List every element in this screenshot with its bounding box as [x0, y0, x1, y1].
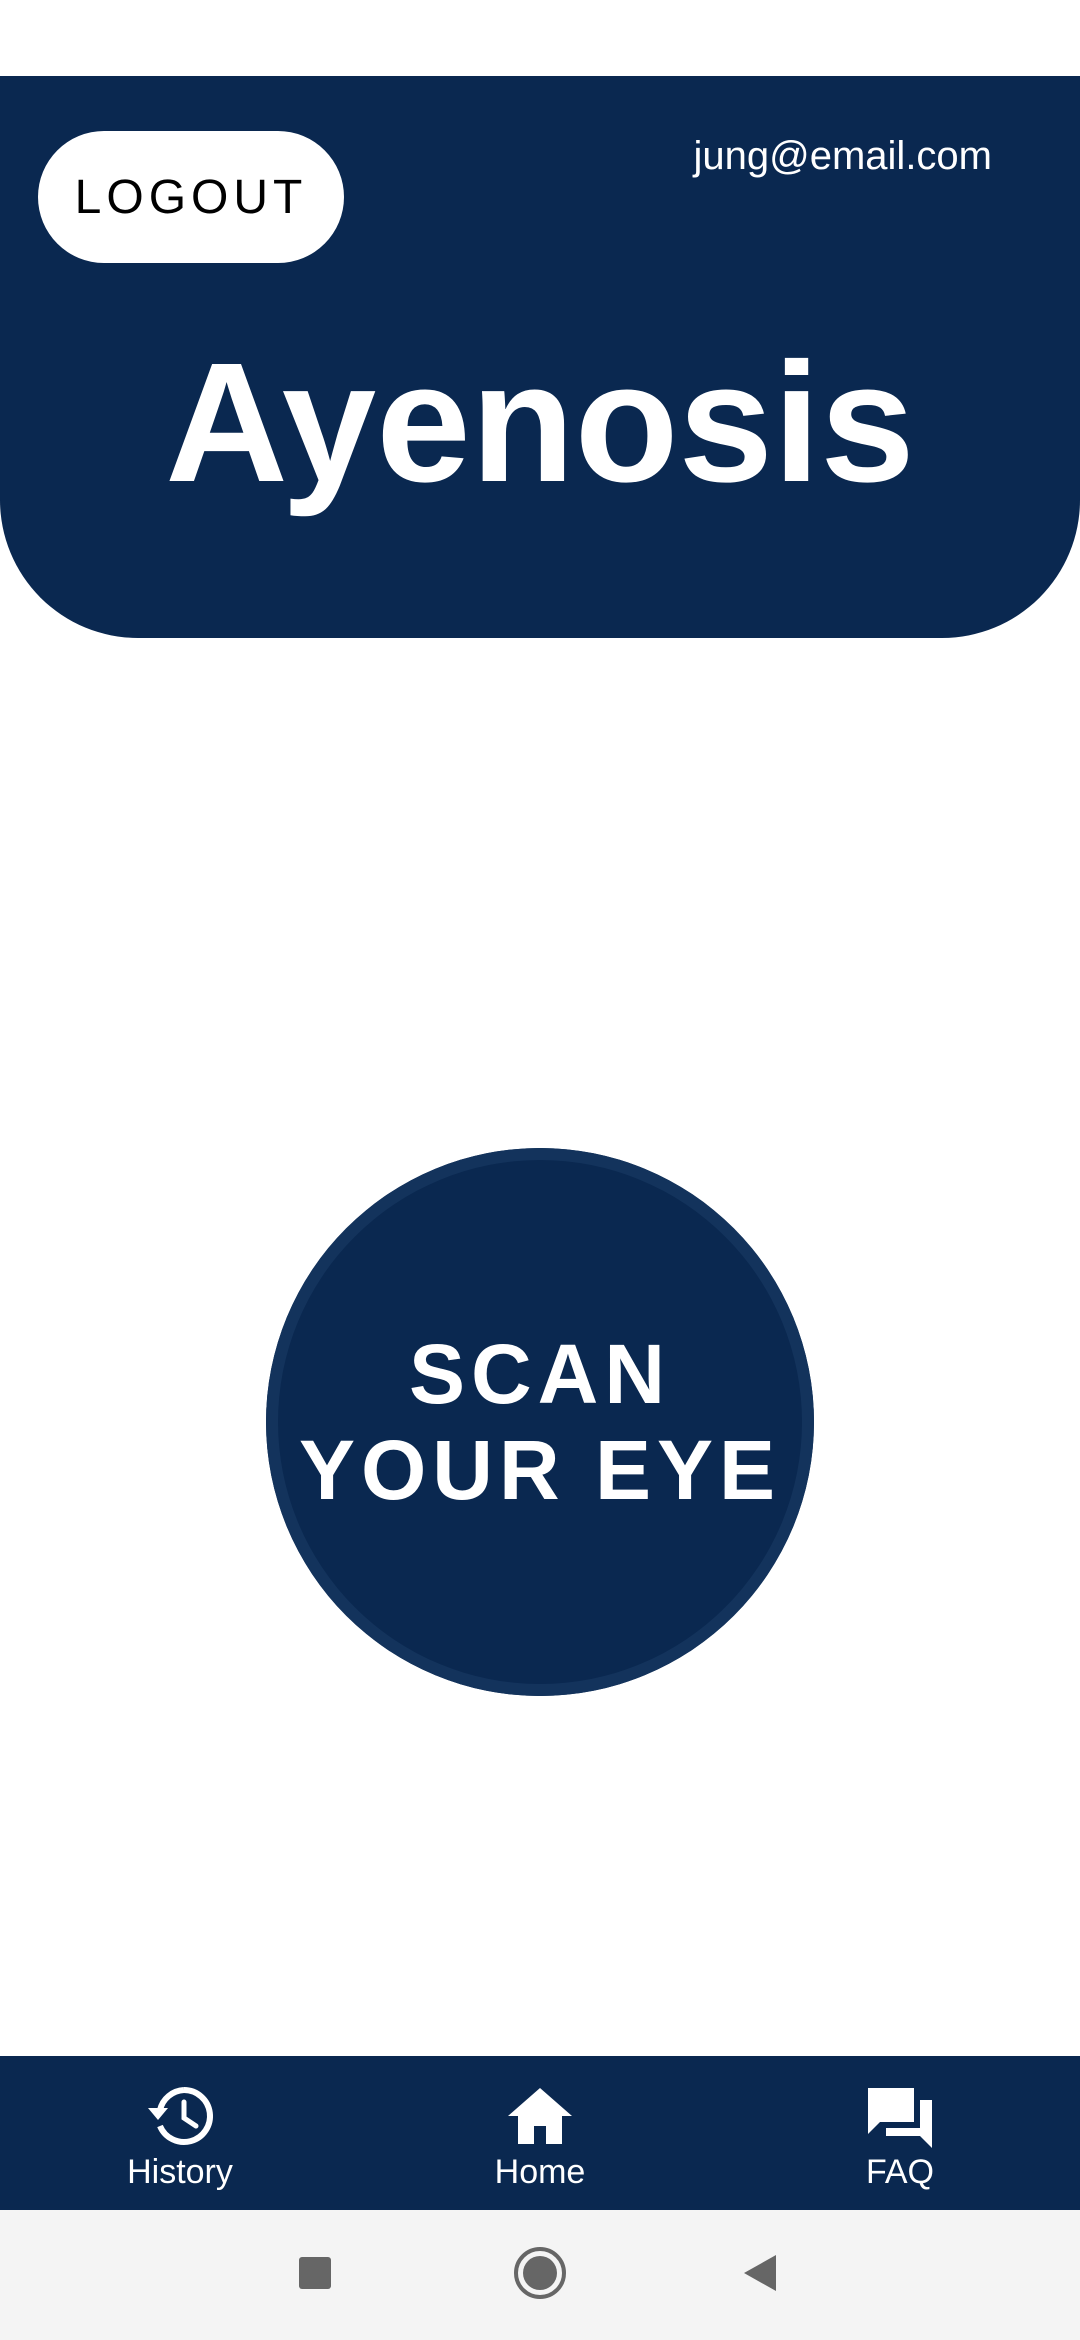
system-navigation-bar [0, 2210, 1080, 2340]
nav-label-home: Home [494, 2153, 586, 2191]
recent-apps-button[interactable] [275, 2210, 355, 2340]
user-email: jung@email.com [693, 134, 993, 178]
back-icon [742, 2253, 778, 2298]
nav-label-faq: FAQ [865, 2153, 935, 2191]
faq-icon [864, 2084, 936, 2148]
nav-label-history: History [127, 2153, 233, 2191]
scan-eye-button[interactable]: SCAN YOUR EYE [266, 1148, 814, 1696]
logout-button[interactable]: LOGOUT [38, 131, 344, 263]
scan-button-line-1: SCAN [408, 1327, 671, 1421]
history-icon [144, 2084, 216, 2148]
back-button[interactable] [720, 2210, 800, 2340]
home-icon [504, 2084, 576, 2148]
nav-item-home[interactable]: Home [360, 2056, 720, 2210]
home-circle-icon [513, 2246, 567, 2305]
system-home-button[interactable] [500, 2210, 580, 2340]
bottom-nav: History Home FAQ [0, 2056, 1080, 2210]
nav-item-faq[interactable]: FAQ [720, 2056, 1080, 2210]
nav-item-history[interactable]: History [0, 2056, 360, 2210]
status-bar [0, 0, 1080, 76]
scan-button-line-2: YOUR EYE [298, 1423, 782, 1517]
app-title: Ayenosis [165, 328, 915, 518]
header: LOGOUT jung@email.com Ayenosis [0, 76, 1080, 638]
recent-apps-icon [298, 2256, 332, 2295]
